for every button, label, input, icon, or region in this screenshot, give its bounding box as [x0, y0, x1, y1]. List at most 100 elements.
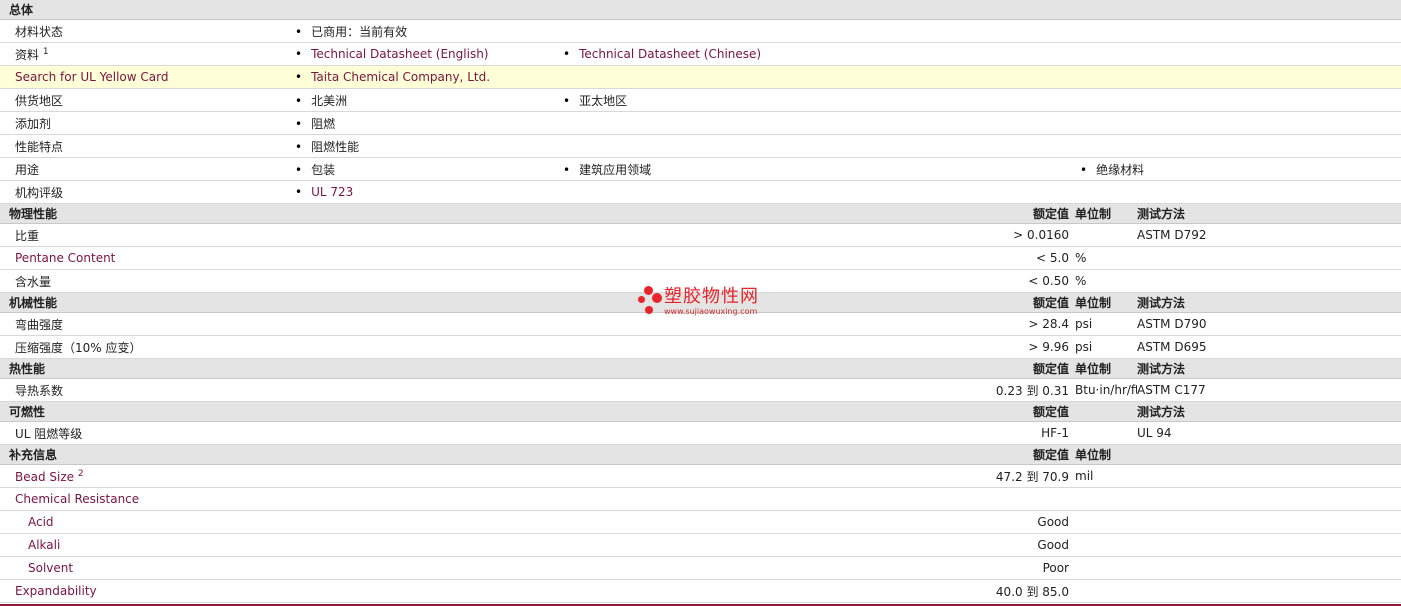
row-label-cell[interactable]: Expandability	[0, 579, 855, 603]
row-label: 弯曲强度	[15, 317, 64, 332]
datasheet-link[interactable]: Technical Datasheet (Chinese)	[558, 47, 761, 61]
datasheet-link[interactable]: UL 723	[290, 185, 353, 199]
unit-cell: mil	[1075, 464, 1137, 488]
row-unit: psi	[1075, 317, 1093, 331]
col-header-cell: 额定值	[855, 203, 1075, 224]
row-label-cell[interactable]: Chemical Resistance	[0, 487, 855, 511]
row-label: 性能特点	[15, 139, 64, 154]
row-test-method: ASTM D695	[1137, 340, 1207, 354]
row-label: 导热系数	[15, 383, 64, 398]
value-cell: Taita Chemical Company, Ltd.	[290, 65, 558, 89]
value-cell	[1075, 134, 1401, 158]
col-header-test: 测试方法	[1137, 296, 1186, 310]
unit-cell	[1075, 556, 1137, 580]
table-row: Expandability 40.0 到 85.0	[0, 579, 1401, 603]
test-cell: ASTM D790	[1137, 312, 1401, 336]
row-label-cell[interactable]: Alkali	[0, 533, 855, 557]
value-cell	[1075, 88, 1401, 112]
row-label-cell: 导热系数	[0, 378, 855, 402]
col-header-cell: 测试方法	[1137, 203, 1401, 224]
row-label: Search for UL Yellow Card	[15, 70, 169, 84]
value-item: 亚太地区	[558, 92, 627, 109]
value-item: 阻燃	[290, 115, 335, 132]
col-header-unit: 单位制	[1075, 362, 1112, 376]
col-header-cell: 单位制	[1075, 203, 1137, 224]
value-cell: 北美洲	[290, 88, 558, 112]
row-label: Expandability	[15, 584, 97, 598]
row-test-method: ASTM D790	[1137, 317, 1207, 331]
table-row: 性能特点 阻燃性能	[0, 134, 1401, 158]
table-row: 资料 1Technical Datasheet (English)Technic…	[0, 42, 1401, 66]
row-label-cell: UL 阻燃等级	[0, 421, 855, 445]
row-label-cell: 机构评级	[0, 180, 290, 204]
test-cell	[1137, 510, 1401, 534]
row-label-cell[interactable]: Pentane Content	[0, 246, 855, 270]
value-cell: Good	[855, 533, 1075, 557]
test-cell	[1137, 579, 1401, 603]
unit-cell	[1075, 533, 1137, 557]
test-cell	[1137, 246, 1401, 270]
value-cell	[1075, 65, 1401, 89]
value-item: 包装	[290, 161, 335, 178]
value-cell: 0.23 到 0.31	[855, 378, 1075, 402]
value-item: 北美洲	[290, 92, 347, 109]
row-label-cell: 供货地区	[0, 88, 290, 112]
value-cell: 建筑应用领域	[558, 157, 1075, 181]
value-cell: > 9.96	[855, 335, 1075, 359]
section-header-supplemental: 补充信息 额定值 单位制	[0, 444, 1401, 465]
col-header-cell: 单位制	[1075, 444, 1137, 465]
row-label-cell[interactable]: Solvent	[0, 556, 855, 580]
row-label-cell[interactable]: Search for UL Yellow Card	[0, 65, 290, 89]
row-label-cell: 弯曲强度	[0, 312, 855, 336]
col-header-cell: 单位制	[1075, 358, 1137, 379]
row-label-cell: 压缩强度（10% 应变）	[0, 335, 855, 359]
value-cell: Technical Datasheet (Chinese)	[558, 42, 1075, 66]
test-cell: UL 94	[1137, 421, 1401, 445]
row-label: Chemical Resistance	[15, 492, 140, 506]
table-row: 添加剂 阻燃	[0, 111, 1401, 135]
col-header-cell: 单位制	[1075, 292, 1137, 313]
test-cell	[1137, 269, 1401, 293]
row-label-cell: 含水量	[0, 269, 855, 293]
value-cell	[1075, 111, 1401, 135]
footnote-marker[interactable]: 2	[78, 469, 84, 479]
row-label-cell[interactable]: Acid	[0, 510, 855, 534]
section-title-cell: 总体	[0, 0, 1401, 20]
section-title: 机械性能	[9, 296, 58, 310]
table-row: 压缩强度（10% 应变） > 9.96 psi ASTM D695	[0, 335, 1401, 359]
value-cell: < 5.0	[855, 246, 1075, 270]
footnote-marker[interactable]: 1	[43, 47, 49, 57]
row-label-cell[interactable]: Bead Size 2	[0, 464, 855, 488]
row-value: 0.23 到 0.31	[995, 383, 1069, 398]
col-header-cell: 测试方法	[1137, 358, 1401, 379]
row-label: 比重	[15, 228, 40, 243]
row-test-method: ASTM C177	[1137, 383, 1206, 397]
table-row: Acid Good	[0, 510, 1401, 534]
row-label: Acid	[28, 515, 54, 529]
col-header-unit: 单位制	[1075, 296, 1112, 310]
datasheet-link[interactable]: Technical Datasheet (English)	[290, 47, 488, 61]
value-cell: 阻燃性能	[290, 134, 558, 158]
col-header-test: 测试方法	[1137, 405, 1186, 419]
unit-cell: %	[1075, 269, 1137, 293]
col-header-rated: 额定值	[1032, 362, 1069, 376]
row-value: > 28.4	[1028, 317, 1069, 331]
row-label: Pentane Content	[15, 251, 116, 265]
unit-cell: psi	[1075, 312, 1137, 336]
value-cell	[558, 180, 1075, 204]
section-title: 可燃性	[9, 405, 46, 419]
row-label: 用途	[15, 162, 40, 177]
row-value: 47.2 到 70.9	[995, 469, 1069, 484]
row-label-cell: 用途	[0, 157, 290, 181]
section-header-general: 总体	[0, 0, 1401, 20]
datasheet-link[interactable]: Taita Chemical Company, Ltd.	[290, 70, 490, 84]
test-cell	[1137, 533, 1401, 557]
value-cell	[1075, 180, 1401, 204]
col-header-cell	[1137, 444, 1401, 465]
value-cell: 40.0 到 85.0	[855, 579, 1075, 603]
test-cell: ASTM D792	[1137, 223, 1401, 247]
unit-cell	[1075, 510, 1137, 534]
col-header-rated: 额定值	[1032, 207, 1069, 221]
value-cell: Good	[855, 510, 1075, 534]
value-cell	[558, 134, 1075, 158]
